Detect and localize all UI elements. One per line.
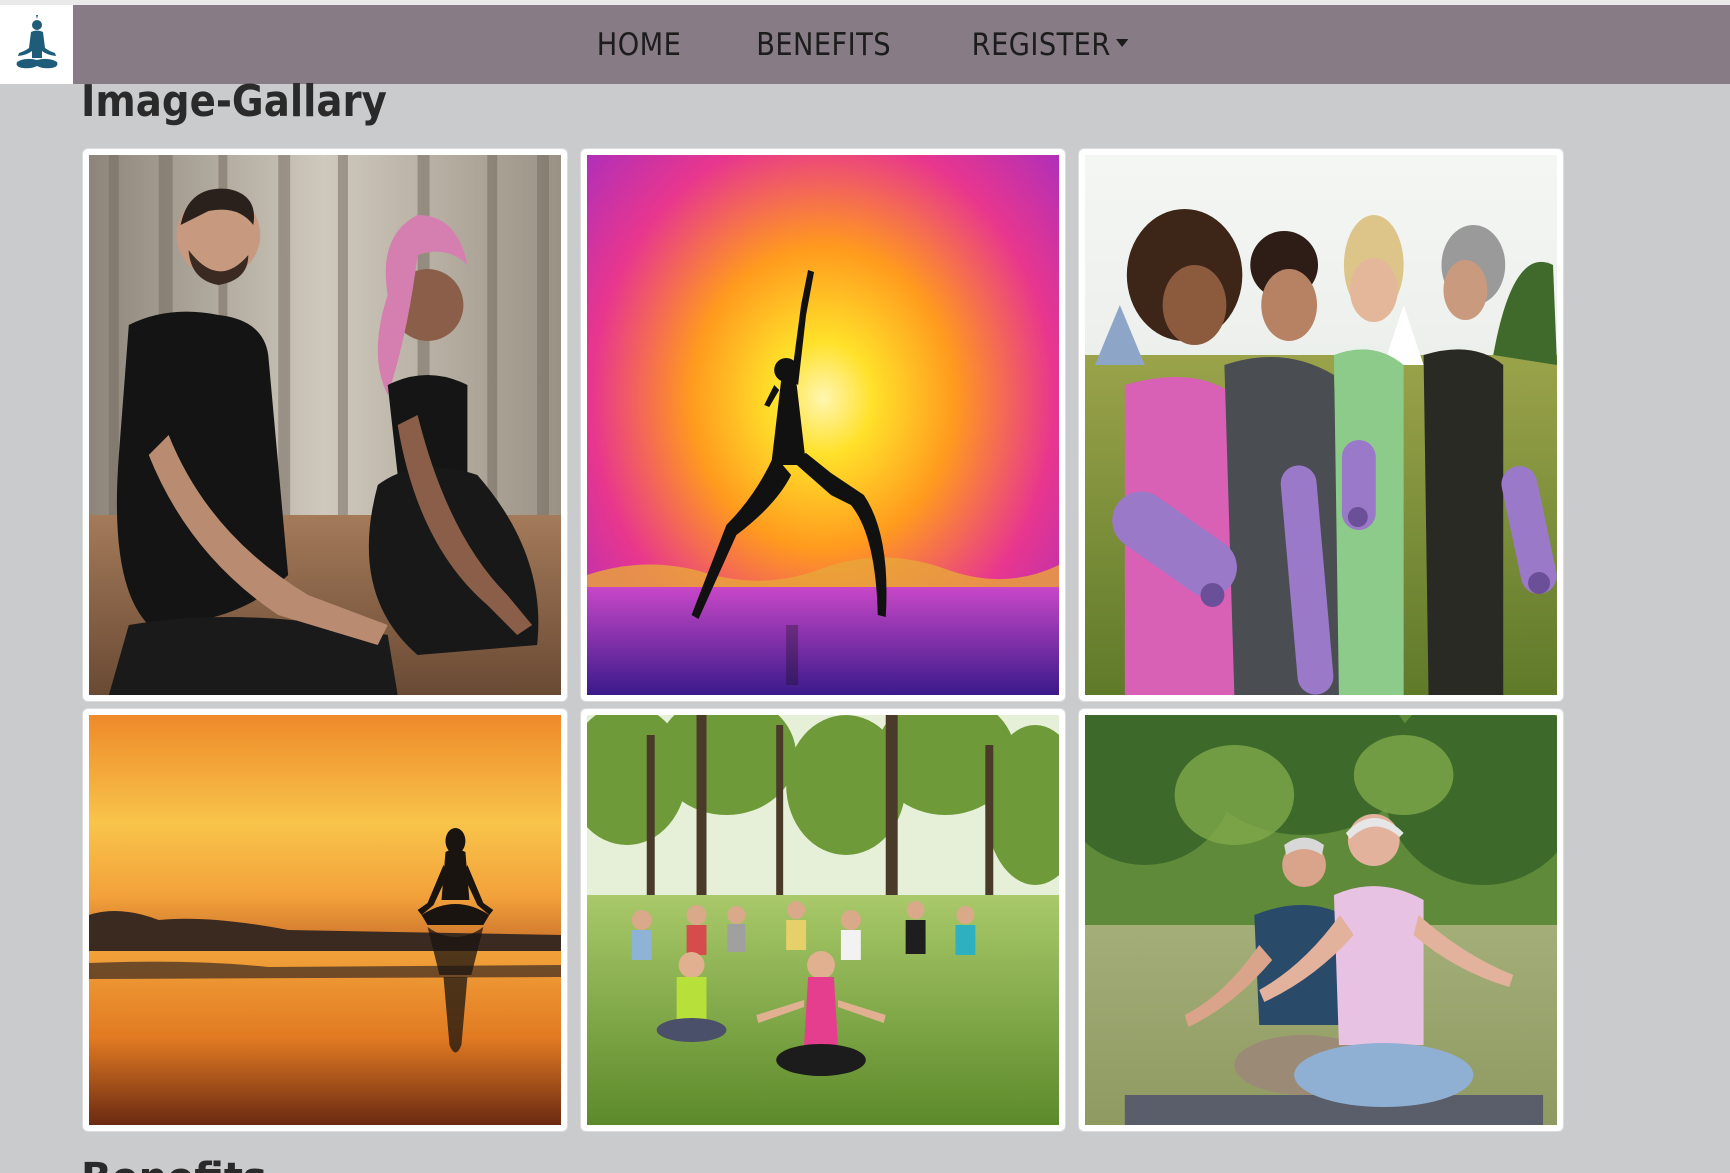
- nav-home-link[interactable]: HOME: [597, 27, 682, 63]
- nav-benefits-label: BENEFITS: [756, 26, 892, 63]
- gallery-card[interactable]: [82, 708, 568, 1132]
- nav-benefits-link[interactable]: BENEFITS: [757, 27, 892, 63]
- gallery-card[interactable]: [82, 148, 568, 702]
- women-with-yoga-mats-photo: [1085, 155, 1557, 695]
- nav-register-dropdown[interactable]: REGISTER: [971, 27, 1128, 63]
- gallery-card[interactable]: [580, 708, 1066, 1132]
- park-group-yoga-photo: [587, 715, 1059, 1125]
- meditating-couple-photo: [89, 155, 561, 695]
- logo[interactable]: [0, 5, 73, 84]
- gallery-card[interactable]: [1078, 148, 1564, 702]
- sunset-warrior-pose-photo: [587, 155, 1059, 695]
- gallery-card[interactable]: [580, 148, 1066, 702]
- caret-down-icon: [1115, 38, 1128, 47]
- meditation-icon: [16, 14, 57, 68]
- nav-register-label: REGISTER: [971, 26, 1111, 63]
- page-title: Image-Gallary: [81, 76, 387, 127]
- nav-links: HOME BENEFITS REGISTER: [0, 5, 1730, 84]
- image-gallery: [82, 148, 1564, 1132]
- sunset-lake-meditation-photo: [89, 715, 561, 1125]
- gallery-card[interactable]: [1078, 708, 1564, 1132]
- seniors-meditating-photo: [1085, 715, 1557, 1125]
- navbar: HOME BENEFITS REGISTER: [0, 5, 1730, 84]
- benefits-heading-partial: Benefits: [81, 1158, 267, 1173]
- nav-home-label: HOME: [597, 26, 682, 63]
